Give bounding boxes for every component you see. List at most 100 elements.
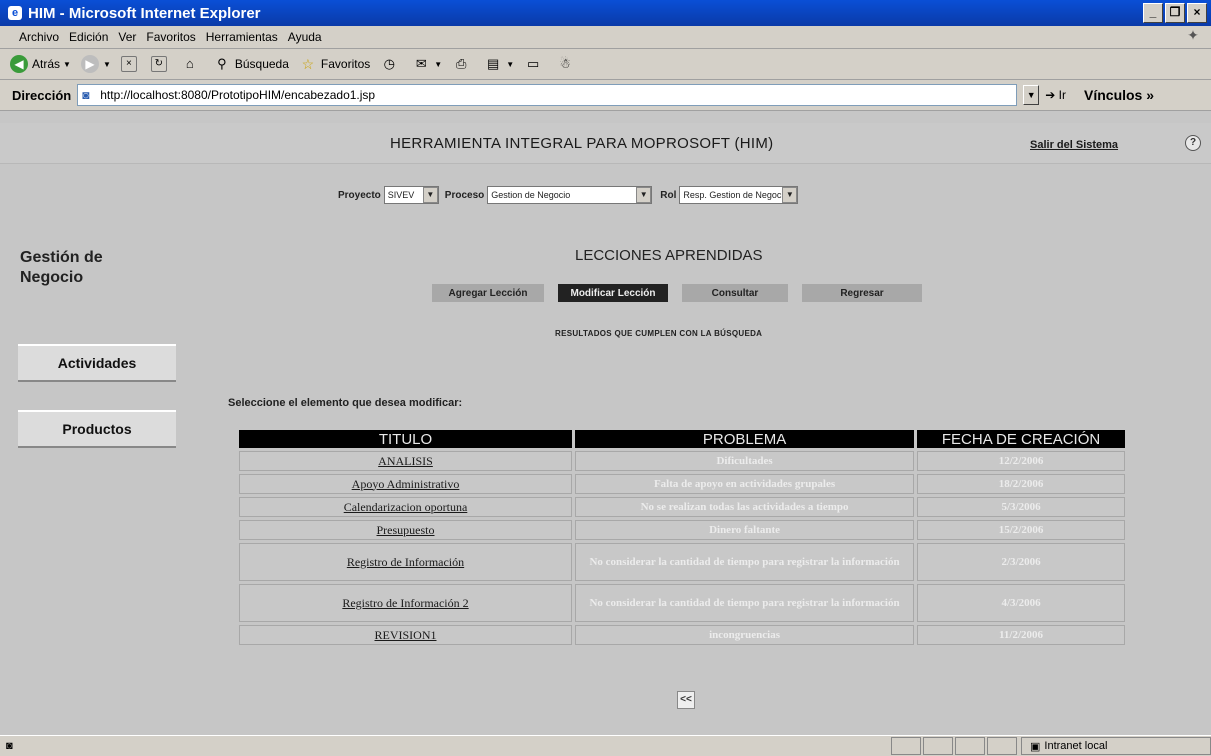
table-row: Calendarizacion oportuna No se realizan … — [239, 497, 1125, 517]
dropdown-icon: ▼ — [102, 59, 111, 69]
cell-problema: Falta de apoyo en actividades grupales — [575, 474, 915, 494]
go-button[interactable]: ➔ Ir — [1045, 88, 1066, 102]
menu-bar: Archivo Edición Ver Favoritos Herramient… — [0, 26, 1211, 49]
cell-titulo-link[interactable]: Registro de Información 2 — [239, 584, 573, 622]
nav-activities-button[interactable]: Actividades — [18, 344, 176, 382]
go-label: Ir — [1058, 88, 1066, 102]
intranet-icon: ▣ — [1030, 740, 1041, 753]
previous-page-button[interactable]: << — [677, 691, 695, 709]
project-select[interactable]: SIVEV ▼ — [383, 186, 439, 204]
page-status-icon: ◙ — [6, 740, 13, 752]
home-icon: ⌂ — [185, 56, 194, 71]
section-title-line1: Gestión de — [20, 249, 103, 266]
history-icon: ◷ — [383, 56, 395, 71]
print-button[interactable]: ⎙ — [452, 55, 474, 73]
windows-logo-icon: ✦ — [1187, 27, 1199, 43]
add-lesson-button[interactable]: Agregar Lección — [432, 284, 544, 302]
cell-problema: No considerar la cantidad de tiempo para… — [575, 543, 915, 581]
return-button[interactable]: Regresar — [802, 284, 922, 302]
forward-button[interactable]: ▶ ▼ — [80, 55, 111, 73]
section-title-line2: Negocio — [20, 269, 84, 286]
dropdown-icon: ▼ — [506, 59, 515, 69]
messenger-button[interactable]: ☃ — [556, 55, 578, 73]
status-cell — [955, 737, 985, 755]
messenger-icon: ☃ — [559, 56, 571, 71]
table-row: Registro de Información No considerar la… — [239, 543, 1125, 581]
window-title-bar: e HIM - Microsoft Internet Explorer _ ❐ … — [0, 0, 1211, 26]
mail-button[interactable]: ✉ ▼ — [412, 55, 442, 73]
cell-titulo-link[interactable]: Apoyo Administrativo — [239, 474, 573, 494]
cell-fecha: 18/2/2006 — [917, 474, 1125, 494]
discuss-button[interactable]: ▭ — [524, 55, 546, 73]
cell-titulo-link[interactable]: ANALISIS — [239, 451, 573, 471]
table-row: REVISION1 incongruencias 11/2/2006 — [239, 625, 1125, 645]
action-bar: Agregar Lección Modificar Lección Consul… — [432, 284, 922, 302]
edit-icon: ▤ — [487, 56, 500, 71]
chevron-right-icon: » — [1146, 87, 1155, 103]
menu-favoritos[interactable]: Favoritos — [141, 30, 200, 44]
column-header-problema: PROBLEMA — [575, 430, 915, 448]
process-value: Gestion de Negocio — [491, 190, 571, 200]
cell-titulo-link[interactable]: Calendarizacion oportuna — [239, 497, 573, 517]
maximize-button[interactable]: ❐ — [1165, 3, 1185, 23]
menu-herramientas[interactable]: Herramientas — [201, 30, 283, 44]
window-title: HIM - Microsoft Internet Explorer — [28, 4, 261, 22]
menu-ayuda[interactable]: Ayuda — [283, 30, 327, 44]
discuss-icon: ▭ — [526, 56, 540, 71]
status-cell — [987, 737, 1017, 755]
cell-fecha: 2/3/2006 — [917, 543, 1125, 581]
app-title: HERRAMIENTA INTEGRAL PARA MOPROSOFT (HIM… — [390, 135, 774, 152]
minimize-button[interactable]: _ — [1143, 3, 1163, 23]
go-arrow-icon: ➔ — [1045, 88, 1056, 102]
forward-arrow-icon: ▶ — [80, 55, 99, 73]
menu-archivo[interactable]: Archivo — [14, 30, 64, 44]
role-value: Resp. Gestion de Negocio — [683, 190, 789, 200]
table-row: Apoyo Administrativo Falta de apoyo en a… — [239, 474, 1125, 494]
dropdown-icon: ▼ — [434, 59, 443, 69]
select-instruction: Seleccione el elemento que desea modific… — [228, 397, 463, 409]
chevron-down-icon: ▼ — [782, 187, 798, 203]
refresh-icon: ↻ — [150, 56, 167, 72]
address-bar: Dirección ◙ http://localhost:8080/Protot… — [0, 80, 1211, 111]
cell-fecha: 12/2/2006 — [917, 451, 1125, 471]
logout-link[interactable]: Salir del Sistema — [1030, 139, 1118, 151]
refresh-button[interactable]: ↻ — [150, 56, 171, 72]
role-label: Rol — [660, 189, 677, 201]
edit-button[interactable]: ▤ ▼ — [484, 55, 514, 73]
home-button[interactable]: ⌂ — [181, 55, 203, 73]
cell-titulo-link[interactable]: Presupuesto — [239, 520, 573, 540]
table-row: Registro de Información 2 No considerar … — [239, 584, 1125, 622]
cell-fecha: 15/2/2006 — [917, 520, 1125, 540]
history-button[interactable]: ◷ — [380, 55, 402, 73]
links-menu[interactable]: Vínculos » — [1084, 87, 1154, 103]
cell-problema: No se realizan todas las actividades a t… — [575, 497, 915, 517]
search-button[interactable]: ⚲ Búsqueda — [213, 55, 289, 73]
close-button[interactable]: × — [1187, 3, 1207, 23]
address-input[interactable]: ◙ http://localhost:8080/PrototipoHIM/enc… — [77, 84, 1018, 106]
column-header-fecha: FECHA DE CREACIÓN — [917, 430, 1125, 448]
cell-problema: No considerar la cantidad de tiempo para… — [575, 584, 915, 622]
role-select[interactable]: Resp. Gestion de Negocio ▼ — [679, 186, 799, 204]
favorites-button[interactable]: ☆ Favoritos — [299, 55, 371, 73]
dropdown-icon: ▼ — [63, 59, 71, 69]
menu-ver[interactable]: Ver — [113, 30, 141, 44]
results-caption: RESULTADOS QUE CUMPLEN CON LA BÚSQUEDA — [555, 329, 763, 338]
back-button[interactable]: ◀ Atrás ▼ — [10, 55, 71, 73]
favorites-label: Favoritos — [320, 57, 371, 71]
search-label: Búsqueda — [234, 57, 289, 71]
nav-products-button[interactable]: Productos — [18, 410, 176, 448]
cell-titulo-link[interactable]: REVISION1 — [239, 625, 573, 645]
menu-edicion[interactable]: Edición — [64, 30, 113, 44]
modify-lesson-button[interactable]: Modificar Lección — [558, 284, 668, 302]
help-icon[interactable]: ? — [1185, 135, 1201, 151]
ie-icon: e — [8, 6, 22, 20]
cell-problema: Dificultades — [575, 451, 915, 471]
security-zone-label: Intranet local — [1044, 740, 1108, 752]
cell-fecha: 5/3/2006 — [917, 497, 1125, 517]
cell-titulo-link[interactable]: Registro de Información — [239, 543, 573, 581]
consult-button[interactable]: Consultar — [682, 284, 788, 302]
address-dropdown-icon[interactable]: ▼ — [1023, 85, 1040, 105]
app-header: HERRAMIENTA INTEGRAL PARA MOPROSOFT (HIM… — [0, 123, 1211, 164]
stop-button[interactable]: × — [120, 56, 141, 72]
process-select[interactable]: Gestion de Negocio ▼ — [487, 186, 653, 204]
